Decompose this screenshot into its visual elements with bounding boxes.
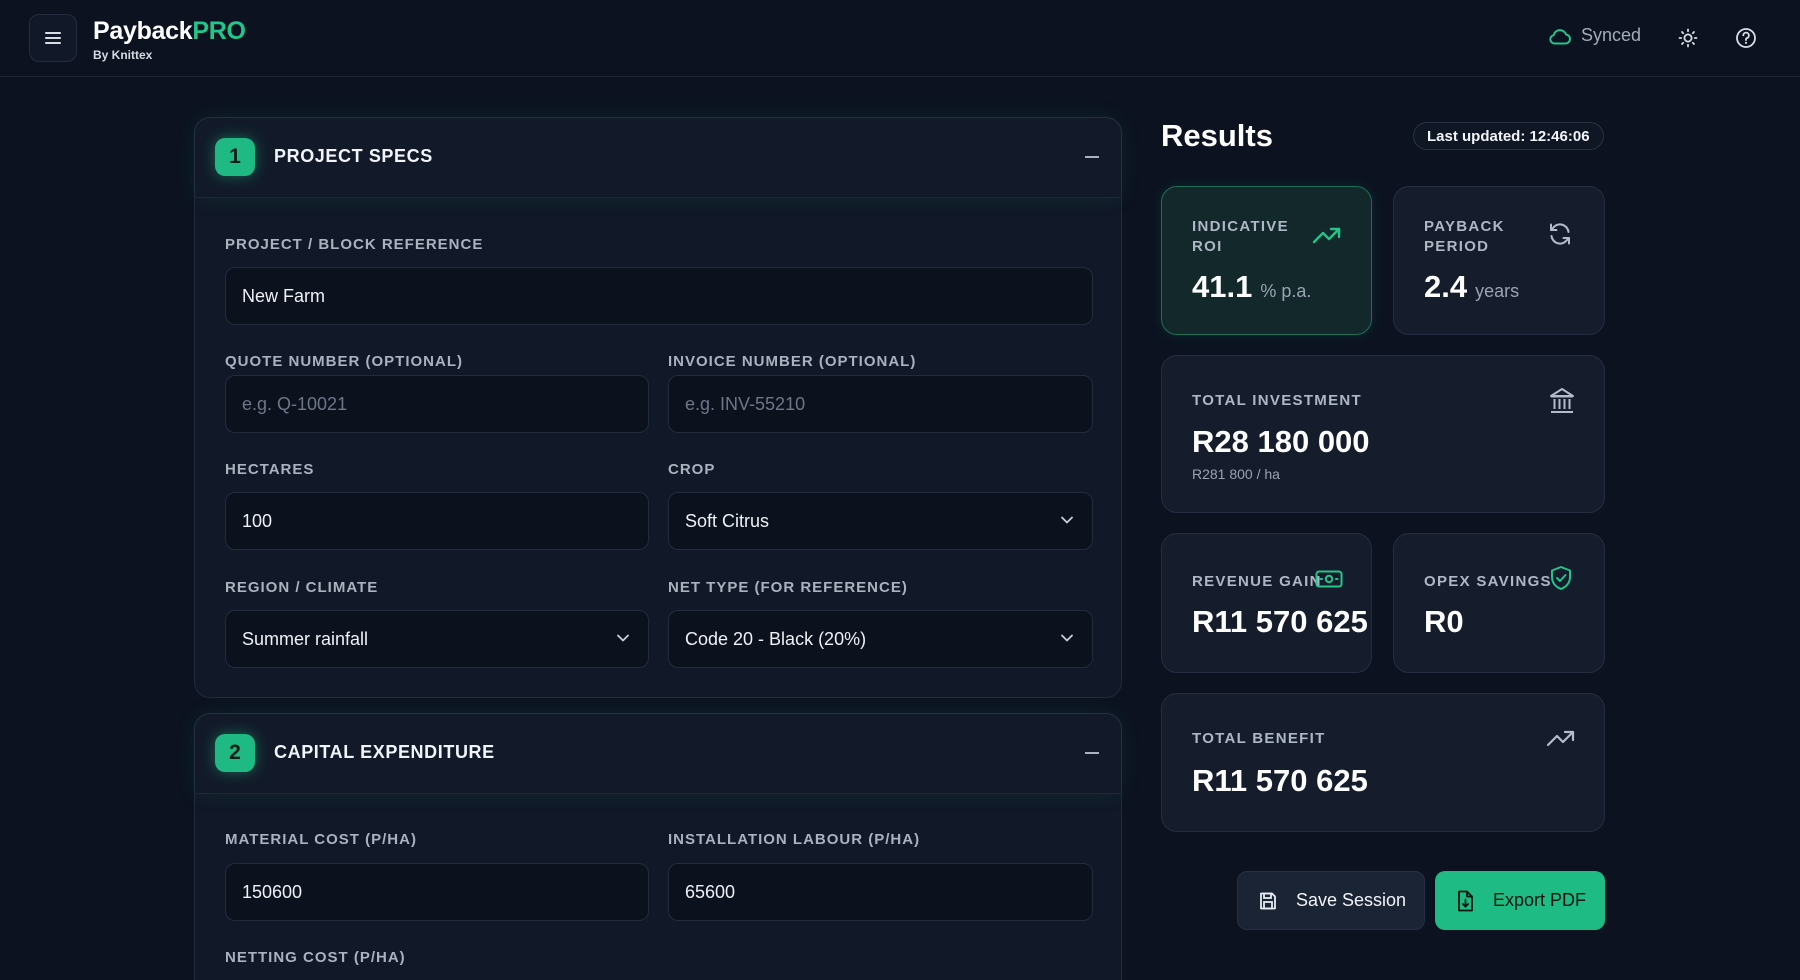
revenue-value: R11 570 625 <box>1192 604 1368 639</box>
investment-per-ha: R281 800 / ha <box>1192 466 1280 482</box>
revenue-gain-card: REVENUE GAIN R11 570 625 <box>1161 533 1372 673</box>
roi-value: 41.1 % p.a. <box>1192 269 1311 305</box>
save-session-label: Save Session <box>1296 890 1407 910</box>
chevron-down-icon <box>1061 634 1073 642</box>
region-select[interactable]: Summer rainfall <box>225 610 649 668</box>
save-session-button[interactable]: Save Session <box>1237 871 1425 930</box>
crop-label: CROP <box>668 461 716 478</box>
file-download-icon <box>1455 890 1475 912</box>
trending-up-icon <box>1546 730 1575 747</box>
last-updated-badge: Last updated: 12:46:06 <box>1413 122 1604 150</box>
net-type-label: NET TYPE (FOR REFERENCE) <box>668 579 908 596</box>
opex-label: OPEX SAVINGS <box>1424 573 1552 590</box>
shield-check-icon <box>1551 566 1571 590</box>
hectares-label: HECTARES <box>225 461 315 478</box>
chevron-down-icon <box>1061 516 1073 524</box>
cloud-icon <box>1549 28 1571 44</box>
benefit-label: TOTAL BENEFIT <box>1192 730 1326 747</box>
section-title: PROJECT SPECS <box>274 146 433 166</box>
sun-icon <box>1678 28 1698 48</box>
capital-expenditure-header[interactable]: 2 CAPITAL EXPENDITURE <box>195 714 1121 794</box>
sync-status: Synced <box>1548 25 1641 46</box>
hectares-input[interactable]: 100 <box>225 492 649 550</box>
indicative-roi-card: INDICATIVE ROI 41.1 % p.a. <box>1161 186 1372 335</box>
collapse-button[interactable] <box>1085 752 1099 754</box>
payback-label-line-1: PAYBACK <box>1424 218 1505 235</box>
payback-unit: years <box>1475 281 1520 301</box>
brand-logo: PaybackPRO By Knittex <box>93 17 246 62</box>
project-specs-section: 1 PROJECT SPECS PROJECT / BLOCK REFERENC… <box>194 117 1122 698</box>
payback-number: 2.4 <box>1424 269 1468 304</box>
theme-toggle-button[interactable] <box>1674 24 1702 52</box>
top-bar: PaybackPRO By Knittex Synced <box>0 0 1800 77</box>
roi-label-line-1: INDICATIVE <box>1192 218 1289 235</box>
payback-label: PAYBACK PERIOD <box>1424 217 1505 257</box>
project-ref-input[interactable]: New Farm <box>225 267 1093 325</box>
step-badge: 2 <box>215 734 255 772</box>
investment-label: TOTAL INVESTMENT <box>1192 392 1362 409</box>
net-type-select[interactable]: Code 20 - Black (20%) <box>668 610 1093 668</box>
material-cost-label: MATERIAL COST (P/HA) <box>225 831 417 848</box>
invoice-number-label: INVOICE NUMBER (OPTIONAL) <box>668 353 917 370</box>
installation-labour-label: INSTALLATION LABOUR (P/HA) <box>668 831 921 848</box>
results-title: Results <box>1161 118 1273 153</box>
netting-cost-label: NETTING COST (P/HA) <box>225 949 406 966</box>
project-ref-label: PROJECT / BLOCK REFERENCE <box>225 236 484 253</box>
section-title: CAPITAL EXPENDITURE <box>274 742 495 762</box>
crop-select-value: Soft Citrus <box>685 510 770 531</box>
investment-value: R28 180 000 <box>1192 424 1370 459</box>
payback-period-card: PAYBACK PERIOD 2.4 years <box>1393 186 1605 335</box>
brand-subtitle: By Knittex <box>93 48 153 62</box>
help-icon <box>1736 28 1756 48</box>
roi-unit: % p.a. <box>1260 281 1312 301</box>
installation-labour-input[interactable]: 65600 <box>668 863 1093 921</box>
benefit-value: R11 570 625 <box>1192 763 1368 798</box>
brand-main: Payback <box>93 17 193 45</box>
region-label: REGION / CLIMATE <box>225 579 379 596</box>
roi-label: INDICATIVE ROI <box>1192 217 1289 257</box>
roi-number: 41.1 <box>1192 269 1253 304</box>
help-button[interactable] <box>1732 24 1760 52</box>
quote-number-input[interactable]: e.g. Q-10021 <box>225 375 649 433</box>
opex-value: R0 <box>1424 604 1464 639</box>
export-pdf-button[interactable]: Export PDF <box>1435 871 1605 930</box>
collapse-button[interactable] <box>1085 156 1099 158</box>
trending-up-icon <box>1312 227 1341 244</box>
step-badge: 1 <box>215 138 255 176</box>
export-pdf-label: Export PDF <box>1493 890 1587 910</box>
capital-expenditure-section: 2 CAPITAL EXPENDITURE MATERIAL COST (P/H… <box>194 713 1122 980</box>
invoice-number-input[interactable]: e.g. INV-55210 <box>668 375 1093 433</box>
payback-value: 2.4 years <box>1424 269 1519 305</box>
roi-label-line-2: ROI <box>1192 238 1223 255</box>
brand-accent: PRO <box>192 17 246 45</box>
opex-savings-card: OPEX SAVINGS R0 <box>1393 533 1605 673</box>
payback-label-line-2: PERIOD <box>1424 238 1490 255</box>
region-select-value: Summer rainfall <box>242 628 369 649</box>
cash-icon <box>1315 570 1343 588</box>
project-specs-header[interactable]: 1 PROJECT SPECS <box>195 118 1121 198</box>
save-icon <box>1258 891 1278 911</box>
brand-name: PaybackPRO <box>93 17 246 46</box>
quote-number-label: QUOTE NUMBER (OPTIONAL) <box>225 353 463 370</box>
total-benefit-card: TOTAL BENEFIT R11 570 625 <box>1161 693 1605 832</box>
revenue-label: REVENUE GAIN <box>1192 573 1322 590</box>
bank-icon <box>1550 388 1574 413</box>
sync-status-label: Synced <box>1581 25 1642 45</box>
net-type-select-value: Code 20 - Black (20%) <box>685 628 867 649</box>
menu-icon <box>45 32 61 44</box>
menu-button[interactable] <box>29 14 77 62</box>
chevron-down-icon <box>617 634 629 642</box>
material-cost-input[interactable]: 150600 <box>225 863 649 921</box>
refresh-icon <box>1550 223 1570 245</box>
total-investment-card: TOTAL INVESTMENT R28 180 000 R281 800 / … <box>1161 355 1605 513</box>
crop-select[interactable]: Soft Citrus <box>668 492 1093 550</box>
